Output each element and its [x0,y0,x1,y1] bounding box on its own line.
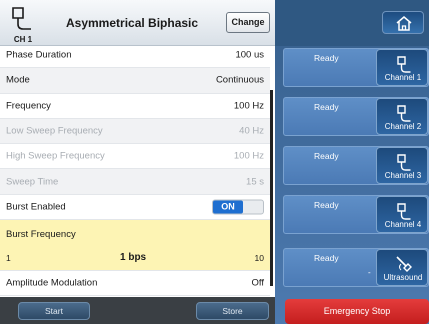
parameter-list: Phase Duration 100 us Mode Continuous Fr… [0,43,270,297]
channel-status: Ready [314,53,339,63]
param-row-high-sweep-frequency: High Sweep Frequency 100 Hz [0,144,270,170]
channel-name: Channel 3 [384,171,422,180]
channel-2-button[interactable]: Channel 2 [376,98,428,135]
param-value: 100 Hz [233,100,264,112]
channel-name: Ultrasound [383,273,423,282]
param-row-mode[interactable]: Mode Continuous [0,68,270,94]
channel-status: Ready [314,102,339,112]
electrode-icon [397,154,411,171]
change-button[interactable]: Change [226,12,270,33]
burst-toggle[interactable]: ON [212,199,264,215]
channel-2-slot: Ready Channel 2 [283,97,429,136]
ultrasound-dash: - [368,268,371,277]
channel-status: Ready [314,151,339,161]
channel-indicator: CH 1 [6,5,36,44]
param-value: 100 us [235,49,264,61]
emergency-stop-button[interactable]: Emergency Stop [285,299,429,324]
channel-4-button[interactable]: Channel 4 [376,196,428,233]
param-label: Burst Enabled [6,201,66,213]
channel-panel: Ready Channel 1 Ready Channel 2 Ready Ch… [275,0,429,324]
param-value: 40 Hz [239,125,264,137]
param-label: High Sweep Frequency [6,150,105,162]
channel-name: Channel 2 [384,122,422,131]
program-header: CH 1 Asymmetrical Biphasic Change [0,0,275,46]
param-row-frequency[interactable]: Frequency 100 Hz [0,94,270,119]
param-row-burst-enabled: Burst Enabled ON [0,195,270,221]
param-row-phase-duration[interactable]: Phase Duration 100 us [0,43,270,69]
store-button[interactable]: Store [196,302,269,320]
param-value: Off [251,277,265,289]
channel-name: Channel 4 [384,220,422,229]
burst-frequency-slider[interactable]: Burst Frequency 1 1 bps 10 [0,220,270,272]
channel-3-button[interactable]: Channel 3 [376,147,428,184]
scrollbar[interactable] [270,90,273,286]
home-icon [396,16,412,31]
electrode-icon [397,203,411,220]
channel-1-slot: Ready Channel 1 [283,48,429,87]
toggle-on-state: ON [213,200,243,214]
channel-name: Channel 1 [384,73,422,82]
burst-value: 1 bps [120,252,147,264]
waveform-title: Asymmetrical Biphasic [66,16,199,30]
param-label: Sweep Time [6,176,59,188]
param-label: Frequency [6,100,51,112]
channel-3-slot: Ready Channel 3 [283,146,429,185]
channel-panel-header [275,0,429,46]
ultrasound-slot: Ready - Ultrasound [283,248,429,287]
electrode-icon [12,7,31,30]
param-value: Continuous [215,74,264,86]
burst-label: Burst Frequency [6,229,76,241]
param-row-amplitude-modulation[interactable]: Amplitude Modulation Off [0,271,270,297]
start-button[interactable]: Start [18,302,90,320]
ultrasound-button[interactable]: Ultrasound [376,249,428,286]
param-label: Low Sweep Frequency [6,125,103,137]
param-row-low-sweep-frequency: Low Sweep Frequency 40 Hz [0,118,270,145]
action-bar: Start Store [0,297,275,324]
param-row-sweep-time: Sweep Time 15 s [0,169,270,195]
channel-status: Ready [314,200,339,210]
param-label: Phase Duration [6,49,72,61]
burst-max: 10 [254,253,264,264]
burst-min: 1 [6,253,11,264]
electrode-icon [397,105,411,122]
channel-1-button[interactable]: Channel 1 [376,49,428,86]
electrode-icon [397,56,411,73]
param-label: Mode [6,74,30,86]
param-value: 100 Hz [233,150,264,162]
param-value: 15 s [246,176,264,188]
ultrasound-probe-icon [396,256,412,272]
channel-status: Ready [314,253,339,263]
home-button[interactable] [382,11,424,34]
channel-4-slot: Ready Channel 4 [283,195,429,234]
parameter-panel: CH 1 Asymmetrical Biphasic Change Phase … [0,0,275,324]
param-label: Amplitude Modulation [6,277,98,289]
